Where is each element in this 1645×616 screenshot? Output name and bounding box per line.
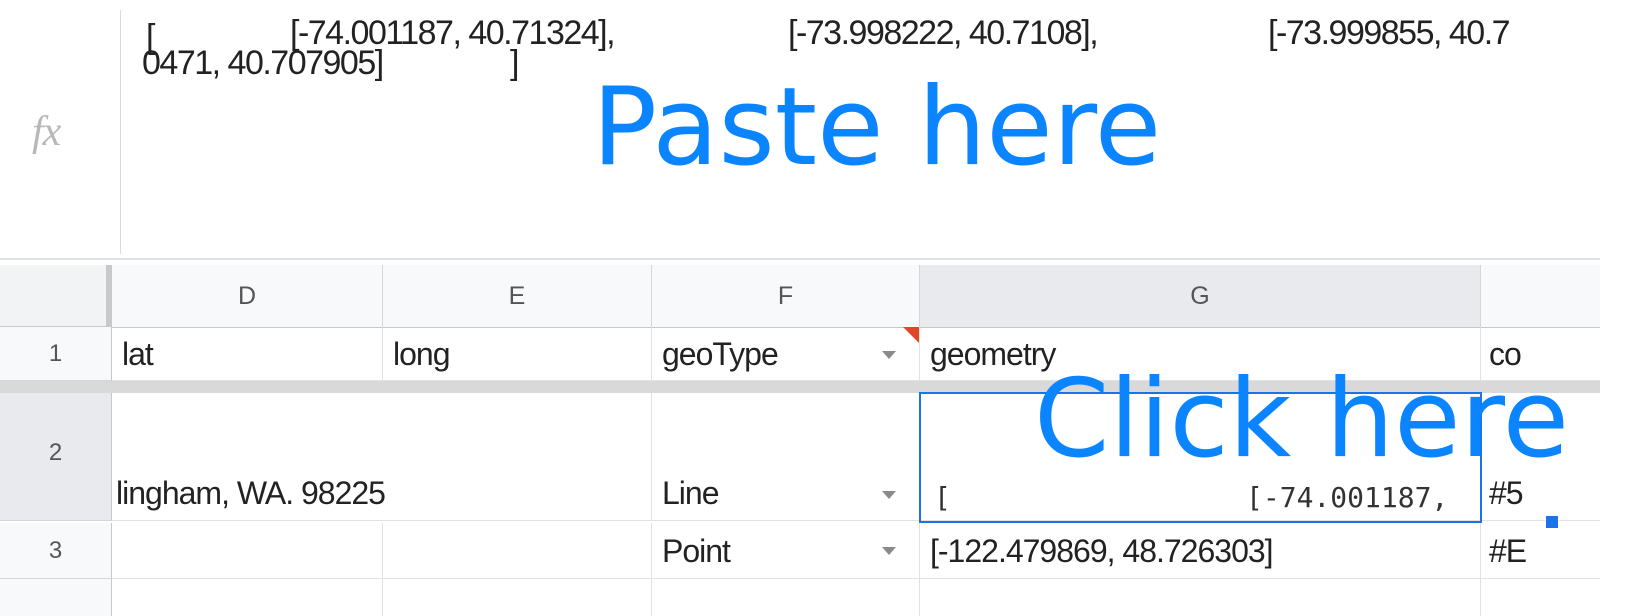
cell-f2[interactable]: Line <box>652 393 920 521</box>
cell-e3[interactable] <box>383 523 652 579</box>
cell-text: [-122.479869, 48.726303] <box>930 533 1274 569</box>
cell-d1[interactable]: lat <box>112 327 383 381</box>
cell-f4[interactable] <box>652 579 920 616</box>
cell-text: #E <box>1489 533 1527 569</box>
paste-here-annotation: Paste here <box>592 65 1162 190</box>
cell-g3[interactable]: [-122.479869, 48.726303] <box>920 523 1481 579</box>
divider <box>120 10 121 254</box>
column-header-h[interactable] <box>1481 265 1600 328</box>
column-header-e[interactable]: E <box>383 265 652 328</box>
formula-text-close-bracket: ] <box>510 44 519 82</box>
cell-e4[interactable] <box>383 579 652 616</box>
column-header-f[interactable]: F <box>652 265 920 328</box>
click-here-annotation: Click here <box>1034 357 1570 482</box>
row-header-1[interactable]: 1 <box>0 327 112 381</box>
cell-text: lingham, WA. 98225 <box>116 475 386 511</box>
cell-text: geoType <box>662 336 779 372</box>
cell-f3[interactable]: Point <box>652 523 920 579</box>
cell-h3[interactable]: #E <box>1481 523 1600 579</box>
dropdown-arrow-icon[interactable] <box>882 491 896 499</box>
cell-g4[interactable] <box>920 579 1481 616</box>
select-all-corner[interactable] <box>0 265 112 327</box>
cell-d3[interactable] <box>112 523 383 579</box>
formula-text-coord-4: 0471, 40.707905] <box>142 44 384 82</box>
column-header-d[interactable]: D <box>112 265 383 328</box>
cell-text: Line <box>662 475 719 511</box>
formula-bar: fx [ [-74.001187, 40.71324], [-73.998222… <box>0 0 1600 260</box>
column-header-g[interactable]: G <box>920 265 1481 328</box>
formula-text-coord-3: [-73.999855, 40.7 <box>1268 14 1511 52</box>
dropdown-arrow-icon[interactable] <box>882 547 896 555</box>
cell-text: long <box>393 336 450 372</box>
formula-text-coord-2: [-73.998222, 40.7108], <box>788 14 1099 52</box>
fx-icon: fx <box>32 109 61 155</box>
cell-d2[interactable]: lingham, WA. 98225 <box>112 393 652 521</box>
note-indicator-icon <box>903 327 919 343</box>
row-header-3[interactable]: 3 <box>0 523 112 579</box>
cell-text: lat <box>122 336 154 372</box>
cell-f1[interactable]: geoType <box>652 327 920 381</box>
row-header-2[interactable]: 2 <box>0 393 112 521</box>
cell-d4[interactable] <box>112 579 383 616</box>
cell-text: Point <box>662 533 731 569</box>
dropdown-arrow-icon[interactable] <box>882 351 896 359</box>
row-header-4[interactable] <box>0 579 112 616</box>
cell-e1[interactable]: long <box>383 327 652 381</box>
